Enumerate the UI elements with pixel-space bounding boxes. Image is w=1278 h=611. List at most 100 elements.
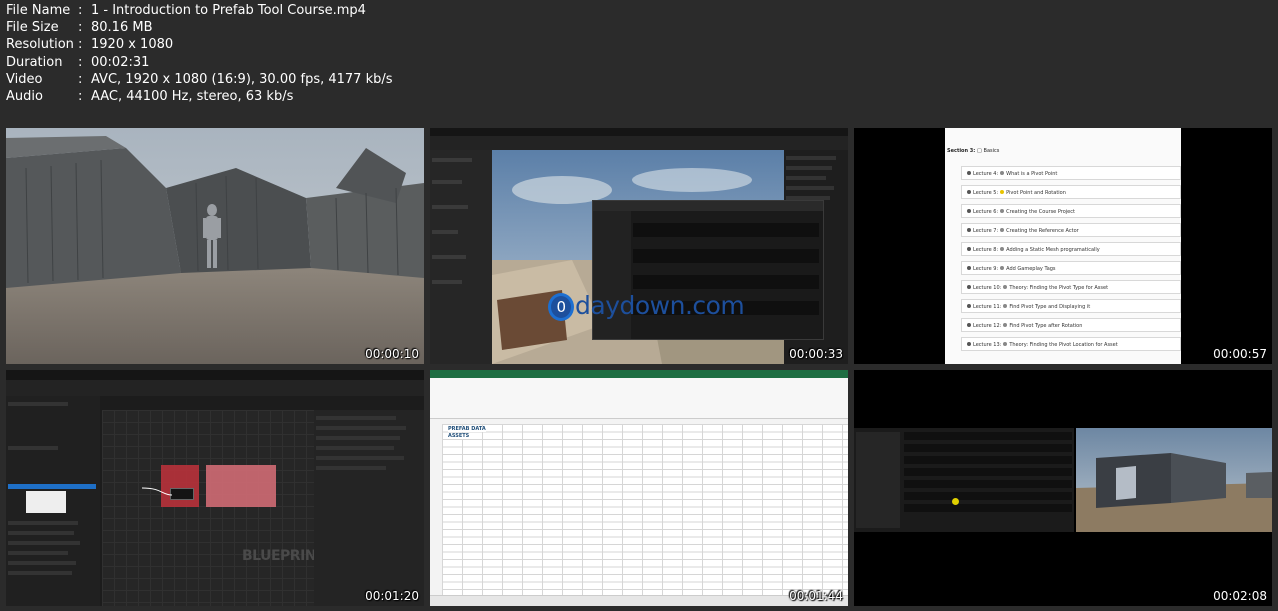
thumbnail-editor-preview[interactable]: 00:02:08 [854, 370, 1272, 606]
lecture-item[interactable]: Lecture 4: What is a Pivot Point [961, 166, 1181, 180]
info-row-duration: Duration : 00:02:31 [6, 54, 393, 71]
thumbnail-game-scene[interactable]: 00:00:10 [6, 128, 424, 364]
lecture-title: Pivot Point and Rotation [1006, 190, 1066, 196]
lecture-title: Theory: Finding the Pivot Location for A… [1009, 342, 1118, 348]
watermark-text: daydown.com [575, 291, 745, 320]
info-row-resolution: Resolution : 1920 x 1080 [6, 36, 393, 53]
lecture-item[interactable]: Lecture 9: Add Gameplay Tags [961, 261, 1181, 275]
editor-left-panel [430, 150, 492, 364]
info-separator: : [78, 37, 83, 53]
lecture-item[interactable]: Lecture 7: Creating the Reference Actor [961, 223, 1181, 237]
thumbnail-spreadsheet[interactable]: PREFAB DATA ASSETS 00:01:44 [430, 370, 848, 606]
info-value: 1 - Introduction to Prefab Tool Course.m… [91, 3, 366, 18]
lecture-item[interactable]: Lecture 8: Adding a Static Mesh programat… [961, 242, 1181, 256]
bullet-icon [967, 247, 971, 251]
lecture-title: What is a Pivot Point [1006, 171, 1058, 177]
info-key: File Name [6, 3, 71, 18]
bullet-icon [967, 209, 971, 213]
wire-lines [141, 487, 173, 496]
info-key: Resolution [6, 37, 74, 53]
lecture-title: Adding a Static Mesh programatically [1006, 247, 1100, 253]
play-icon [1003, 342, 1008, 346]
lecture-number: Lecture 5: [973, 190, 999, 196]
timestamp-label: 00:02:08 [1213, 589, 1267, 603]
lecture-item[interactable]: Lecture 10: Theory: Finding the Pivot Typ… [961, 280, 1181, 294]
info-separator: : [78, 3, 83, 18]
info-value: 1920 x 1080 [91, 37, 174, 53]
timestamp-label: 00:00:10 [365, 347, 419, 361]
blueprint-watermark: BLUEPRINT [242, 548, 326, 564]
prefab-layer-list [854, 428, 1074, 532]
thumbnail-editor-prefab-tool[interactable]: 0 daydown.com 00:00:33 [430, 128, 848, 364]
play-icon [1000, 266, 1005, 270]
lecture-number: Lecture 7: [973, 228, 999, 234]
info-separator: : [78, 20, 83, 36]
thumbnail-lecture-list[interactable]: Section 3: □ Basics Lecture 4: What is a … [854, 128, 1272, 364]
lecture-number: Lecture 8: [973, 247, 999, 253]
info-key: Video [6, 71, 43, 87]
watermark: 0 daydown.com [548, 291, 745, 321]
info-key: Audio [6, 89, 43, 105]
info-row-file-name: File Name : 1 - Introduction to Prefab T… [6, 2, 393, 19]
lecture-number: Lecture 10: [973, 285, 1002, 291]
excel-grid [442, 424, 848, 596]
thumbnail-blueprint-editor[interactable]: BLUEPRINT 00:01:20 [6, 370, 424, 606]
timestamp-label: 00:01:44 [789, 589, 843, 603]
sheet-tabs [430, 595, 848, 606]
excel-ribbon [430, 378, 848, 419]
editor-menubar [430, 128, 848, 136]
lecture-item[interactable]: Lecture 11: Find Pivot Type and Displayin… [961, 299, 1181, 313]
lecture-title: Add Gameplay Tags [1006, 266, 1056, 272]
lecture-item[interactable]: Lecture 13: Theory: Finding the Pivot Loc… [961, 337, 1181, 351]
lecture-number: Lecture 9: [973, 266, 999, 272]
info-value: AVC, 1920 x 1080 (16:9), 30.00 fps, 4177… [91, 71, 393, 87]
lecture-title: Find Pivot Type and Displaying it [1009, 304, 1091, 310]
play-icon [1003, 285, 1008, 289]
lecture-item[interactable]: Lecture 6: Creating the Course Project [961, 204, 1181, 218]
info-value: 80.16 MB [91, 20, 153, 36]
lecture-number: Lecture 6: [973, 209, 999, 215]
play-icon [1003, 323, 1008, 327]
play-icon [1003, 304, 1008, 308]
section-heading: Section 3: □ Basics [947, 148, 999, 154]
bullet-icon [967, 342, 971, 346]
timestamp-label: 00:00:33 [789, 347, 843, 361]
play-icon [1000, 247, 1005, 251]
watermark-logo-icon: 0 [548, 293, 574, 321]
preview-viewport [1076, 428, 1272, 532]
editor-menubar [6, 370, 424, 380]
bullet-icon [967, 228, 971, 232]
lecture-number: Lecture 12: [973, 323, 1002, 329]
game-scene-image [6, 128, 424, 364]
bullet-icon [967, 190, 971, 194]
lecture-number: Lecture 4: [973, 171, 999, 177]
bullet-icon [967, 266, 971, 270]
cursor-highlight-icon [952, 498, 959, 505]
bullet-icon [967, 304, 971, 308]
lecture-title: Find Pivot Type after Rotation [1009, 323, 1083, 329]
lecture-number: Lecture 13: [973, 342, 1002, 348]
info-key: File Size [6, 20, 59, 36]
sheet-title: PREFAB DATA [448, 426, 486, 432]
details-panel [314, 410, 424, 606]
lecture-item[interactable]: Lecture 5: Pivot Point and Rotation [961, 185, 1181, 199]
editor-toolbar [6, 380, 424, 396]
info-value: 00:02:31 [91, 54, 150, 70]
bullet-icon [967, 323, 971, 327]
info-row-file-size: File Size : 80.16 MB [6, 19, 393, 36]
editor-toolbar [430, 136, 848, 150]
file-info-block: File Name : 1 - Introduction to Prefab T… [6, 2, 393, 105]
info-row-audio: Audio : AAC, 44100 Hz, stereo, 63 kb/s [6, 88, 393, 105]
play-icon [1000, 209, 1005, 213]
info-separator: : [78, 89, 83, 105]
bullet-icon [967, 171, 971, 175]
section-name: Basics [983, 148, 1000, 154]
play-icon [1000, 228, 1005, 232]
info-row-video: Video : AVC, 1920 x 1080 (16:9), 30.00 f… [6, 71, 393, 88]
lecture-title: Creating the Course Project [1006, 209, 1075, 215]
my-blueprint-panel [6, 396, 100, 606]
document-icon: □ [977, 148, 982, 154]
info-separator: : [78, 71, 83, 87]
lecture-item[interactable]: Lecture 12: Find Pivot Type after Rotatio… [961, 318, 1181, 332]
info-value: AAC, 44100 Hz, stereo, 63 kb/s [91, 89, 294, 105]
